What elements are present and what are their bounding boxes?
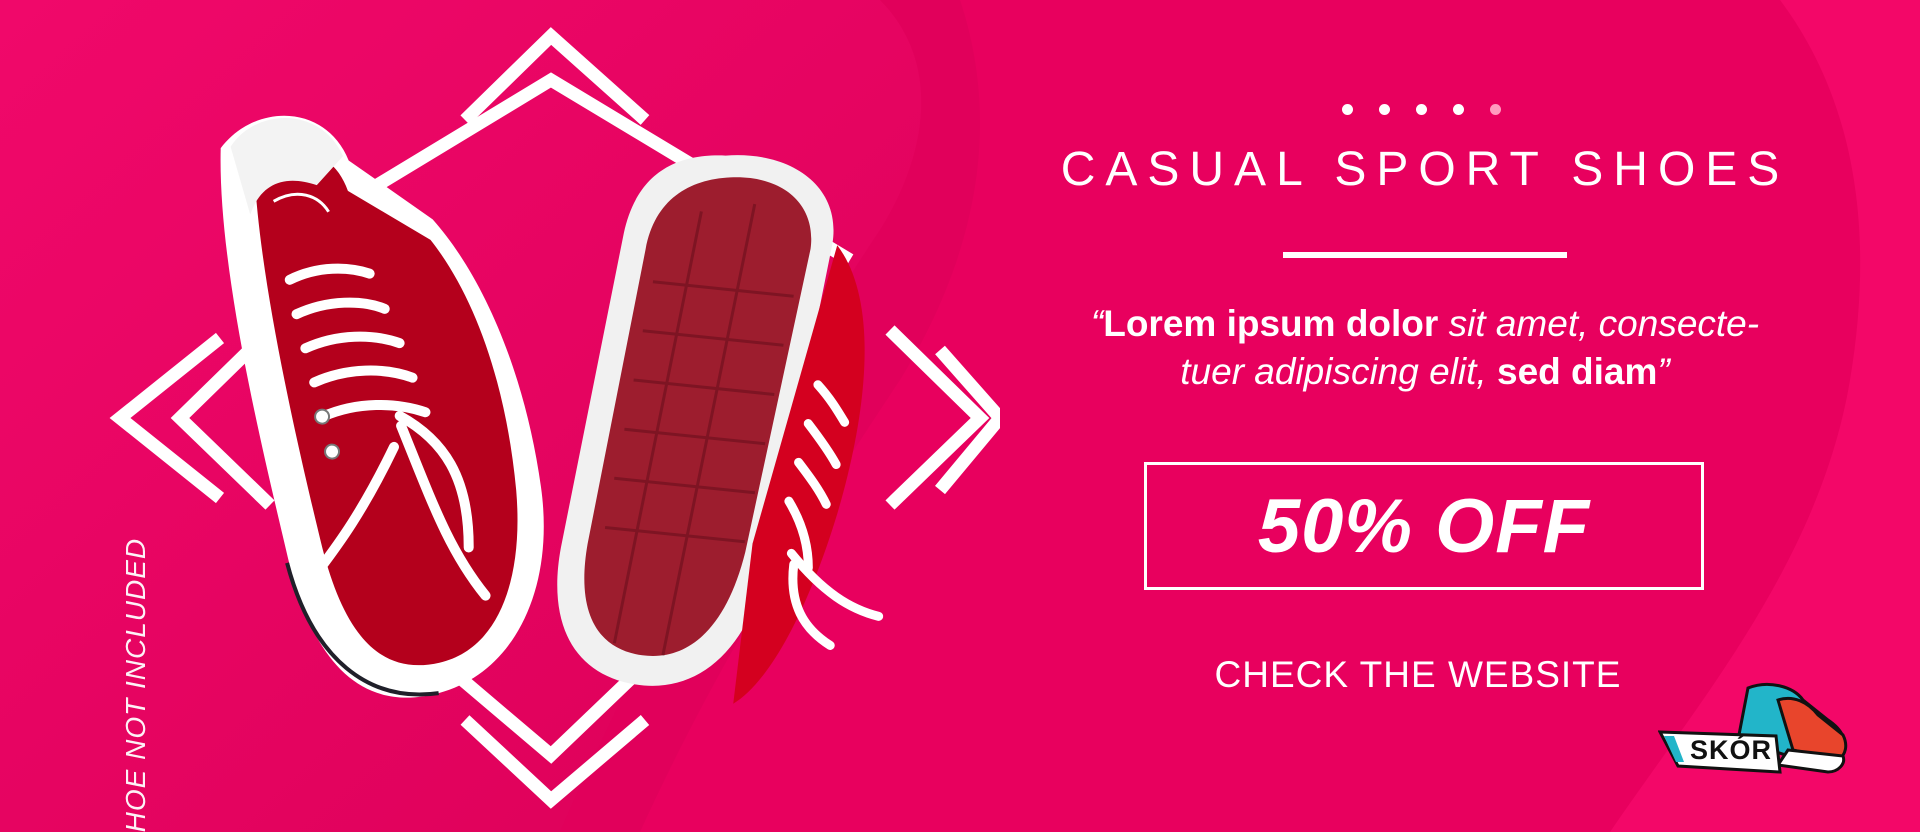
headline-divider [1283,252,1567,258]
disclaimer-text: SHOE NOT INCLUDED [120,518,152,832]
disclaimer-label: SHOE NOT INCLUDED [120,537,151,832]
sneakers-image [220,115,884,704]
quote-bold-2: sed diam [1486,351,1658,392]
quote-open-mark: “ [1090,303,1104,344]
quote-bold-1: Lorem ipsum dolor [1103,303,1439,344]
quote-line-2: tuer adipiscing elit, sed diam” [1030,348,1820,396]
left-sneaker [220,115,544,698]
slider-dots [1342,104,1501,115]
slider-dot[interactable] [1453,104,1464,115]
promo-quote: “Lorem ipsum dolor sit amet, consecte- t… [1030,300,1820,396]
quote-italic-2: tuer adipiscing elit, [1180,351,1487,392]
offer-label: 50% OFF [1257,483,1591,569]
offer-box: 50% OFF [1144,462,1704,590]
slider-dot[interactable] [1416,104,1427,115]
slider-dot[interactable] [1379,104,1390,115]
quote-line-1: “Lorem ipsum dolor sit amet, consecte- [1030,300,1820,348]
check-website-link[interactable]: CHECK THE WEBSITE [1118,654,1718,696]
quote-italic-1: sit amet, consecte- [1438,303,1760,344]
quote-close-mark: ” [1657,351,1670,392]
promo-banner: SHOE NOT INCLUDED CASUAL SPORT SHOES “Lo… [0,0,1920,832]
slider-dot[interactable] [1342,104,1353,115]
headline: CASUAL SPORT SHOES [1060,143,1790,196]
brand-logo-text: SKÓR [1690,735,1773,765]
right-sneaker [557,155,884,704]
slider-dot[interactable] [1490,104,1501,115]
